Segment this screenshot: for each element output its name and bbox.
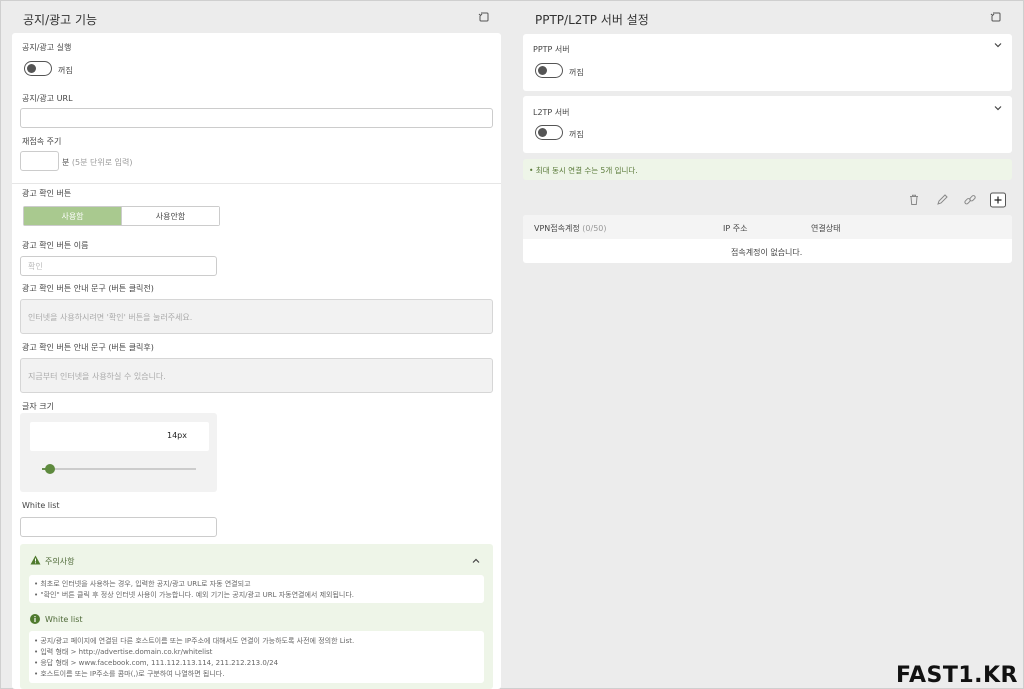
l2tp-card	[523, 96, 1012, 153]
warning-icon	[30, 555, 41, 565]
confirm-button-label: 광고 확인 버튼	[22, 189, 72, 198]
whitelist-line-3: • 응답 형태 > www.facebook.com, 111.112.113.…	[34, 659, 279, 667]
font-size-value: 14px	[167, 431, 187, 440]
trash-icon[interactable]	[905, 192, 923, 208]
guide-before-textarea[interactable]: 인터넷을 사용하시려면 '확인' 버튼을 눌러주세요.	[20, 299, 493, 334]
font-size-slider-track[interactable]	[42, 468, 196, 470]
confirm-name-input[interactable]: 확인	[20, 256, 217, 276]
font-size-slider-handle[interactable]	[44, 464, 55, 474]
run-toggle[interactable]	[24, 61, 52, 76]
chevron-up-icon[interactable]	[472, 557, 480, 565]
max-connection-text: • 최대 동시 연결 수는 5개 입니다.	[529, 166, 638, 175]
confirm-button-toggle-group: 사용함 사용안함	[23, 206, 220, 226]
guide-after-textarea[interactable]: 지금부터 인터넷을 사용하실 수 있습니다.	[20, 358, 493, 393]
seg-nouse-button[interactable]: 사용안함	[121, 207, 219, 225]
info-icon	[30, 614, 40, 624]
l2tp-state-text: 꺼짐	[569, 130, 584, 139]
link-icon[interactable]	[961, 192, 979, 208]
watermark-logo: FAST1.KR	[895, 663, 1018, 688]
plus-icon[interactable]	[989, 192, 1007, 208]
guide-after-label: 광고 확인 버튼 안내 문구 (버튼 클릭후)	[22, 343, 154, 352]
l2tp-label: L2TP 서버	[533, 108, 570, 117]
table-empty-message: 접속계정이 없습니다.	[731, 248, 803, 257]
refresh-icon[interactable]	[990, 11, 1002, 23]
whitelist-input[interactable]	[20, 517, 217, 537]
guide-before-label: 광고 확인 버튼 안내 문구 (버튼 클릭전)	[22, 284, 154, 293]
divider	[12, 183, 501, 184]
url-label: 공지/광고 URL	[22, 94, 73, 103]
table-header-status: 연결상태	[811, 224, 841, 233]
pptp-state-text: 꺼짐	[569, 68, 584, 77]
reconnect-unit: 분 (5분 단위로 입력)	[62, 158, 133, 167]
chevron-down-icon[interactable]	[994, 41, 1002, 49]
refresh-icon[interactable]	[478, 11, 490, 23]
caution-line-1: • 최초로 인터넷을 사용하는 경우, 입력한 공지/광고 URL로 자동 연결…	[34, 580, 251, 588]
whitelist-info-title: White list	[45, 615, 83, 624]
pptp-card	[523, 34, 1012, 91]
vpn-panel-title: PPTP/L2TP 서버 설정	[535, 13, 649, 27]
seg-use-button[interactable]: 사용함	[24, 207, 121, 225]
confirm-name-label: 광고 확인 버튼 이름	[22, 241, 89, 250]
whitelist-line-4: • 호스트이름 또는 IP주소를 콤마(,)로 구분하여 나열하면 됩니다.	[34, 670, 225, 678]
table-header-account: VPN접속계정 (0/50)	[534, 224, 607, 233]
reconnect-label: 재접속 주기	[22, 137, 62, 146]
table-header-ip: IP 주소	[723, 224, 748, 233]
notice-panel-title: 공지/광고 기능	[23, 13, 98, 27]
whitelist-line-1: • 공지/광고 페이지에 연결된 다른 호스트이름 또는 IP주소에 대해서도 …	[34, 637, 355, 645]
whitelist-label: White list	[22, 501, 60, 510]
run-label: 공지/광고 실행	[22, 43, 72, 52]
pptp-label: PPTP 서버	[533, 45, 570, 54]
caution-title: 주의사항	[45, 557, 75, 566]
whitelist-line-2: • 입력 형태 > http://advertise.domain.co.kr/…	[34, 648, 213, 656]
pptp-toggle[interactable]	[535, 63, 563, 78]
l2tp-toggle[interactable]	[535, 125, 563, 140]
font-size-label: 글자 크기	[22, 402, 54, 411]
edit-icon[interactable]	[933, 192, 951, 208]
reconnect-input[interactable]	[20, 151, 59, 171]
url-input[interactable]	[20, 108, 493, 128]
run-state-text: 꺼짐	[58, 66, 73, 75]
chevron-down-icon[interactable]	[994, 104, 1002, 112]
caution-line-2: • "확인" 버튼 클릭 후 정상 인터넷 사용이 가능합니다. 예외 기기는 …	[34, 591, 355, 599]
